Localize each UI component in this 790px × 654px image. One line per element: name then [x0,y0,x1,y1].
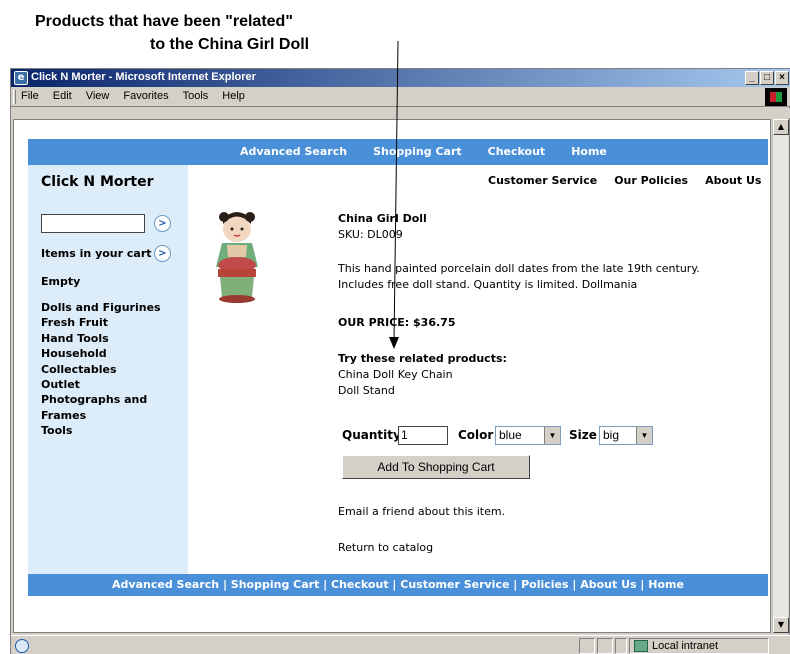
top-nav: Advanced Search Shopping Cart Checkout H… [240,145,607,158]
category-collectables[interactable]: Collectables [41,362,161,377]
category-household[interactable]: Household [41,346,161,361]
web-page: Advanced Search Shopping Cart Checkout H… [14,120,770,632]
maximize-button[interactable]: □ [760,71,774,85]
menu-help[interactable]: Help [222,90,245,102]
nav-advanced-search[interactable]: Advanced Search [240,145,347,158]
category-hand-tools[interactable]: Hand Tools [41,331,161,346]
size-select-value: big [603,428,620,442]
search-go-button[interactable]: > [154,215,171,232]
add-to-cart-button[interactable]: Add To Shopping Cart [342,455,530,479]
window-title: Click N Morter - Microsoft Internet Expl… [31,71,256,83]
category-frames[interactable]: Frames [41,408,161,423]
size-select[interactable]: big ▼ [599,426,653,445]
footer-nav-bar: Advanced Search | Shopping Cart | Checko… [28,574,768,596]
nav-about-us[interactable]: About Us [705,174,761,187]
search-input[interactable] [41,214,145,233]
related-heading: Try these related products: [338,352,507,365]
menu-tools[interactable]: Tools [183,90,209,102]
window-controls: _ □ × [745,71,789,85]
status-bar: Local intranet [11,635,790,654]
email-friend-link[interactable]: Email a friend about this item. [338,505,505,518]
toolbar-area [11,108,790,118]
menu-bar: File Edit View Favorites Tools Help [11,87,790,107]
nav-our-policies[interactable]: Our Policies [614,174,688,187]
color-select-value: blue [499,428,522,442]
page-status-icon [15,639,29,653]
status-cell [579,638,595,654]
minimize-button[interactable]: _ [745,71,759,85]
title-bar: e Click N Morter - Microsoft Internet Ex… [11,69,790,87]
category-dolls[interactable]: Dolls and Figurines [41,300,161,315]
top-nav-bar: Advanced Search Shopping Cart Checkout H… [28,139,768,165]
sidebar: Click N Morter > Items in your cart > Em… [28,165,188,574]
nav-customer-service[interactable]: Customer Service [488,174,597,187]
quantity-label: Quantity [342,428,401,442]
menu-view[interactable]: View [86,90,110,102]
nav-checkout[interactable]: Checkout [488,145,546,158]
zone-label: Local intranet [652,640,719,652]
category-list: Dolls and Figurines Fresh Fruit Hand Too… [41,300,161,439]
category-outlet[interactable]: Outlet [41,377,161,392]
browser-window: e Click N Morter - Microsoft Internet Ex… [10,68,790,654]
secondary-nav: Customer Service Our Policies About Us [488,174,761,187]
product-sku: SKU: DL009 [338,228,403,241]
menu-items: File Edit View Favorites Tools Help [21,90,245,102]
cart-go-button[interactable]: > [154,245,171,262]
related-item-doll-stand[interactable]: Doll Stand [338,384,395,397]
security-zone: Local intranet [629,638,769,654]
ie-icon: e [14,71,28,85]
chevron-down-icon[interactable]: ▼ [636,427,652,444]
menu-edit[interactable]: Edit [53,90,72,102]
product-description-line2: Includes free doll stand. Quantity is li… [338,278,638,291]
category-tools[interactable]: Tools [41,423,161,438]
cart-label[interactable]: Items in your cart [41,247,152,260]
windows-logo-icon [765,88,787,106]
annotation-line-1: Products that have been "related" [35,13,293,30]
size-label: Size [569,428,597,442]
category-photographs[interactable]: Photographs and [41,392,161,407]
intranet-icon [634,640,648,652]
page-viewport: Advanced Search Shopping Cart Checkout H… [13,119,771,633]
toolbar-grip [13,90,16,104]
product-price: OUR PRICE: $36.75 [338,316,456,329]
menu-file[interactable]: File [21,90,39,102]
cart-status: Empty [41,275,81,288]
category-fresh-fruit[interactable]: Fresh Fruit [41,315,161,330]
site-brand: Click N Morter [41,174,154,190]
color-label: Color [458,428,494,442]
close-button[interactable]: × [775,71,789,85]
related-item-key-chain[interactable]: China Doll Key Chain [338,368,453,381]
quantity-input[interactable]: 1 [398,426,448,445]
vertical-scrollbar[interactable]: ▲ ▼ [772,119,789,633]
nav-home[interactable]: Home [571,145,607,158]
product-description-line1: This hand painted porcelain doll dates f… [338,262,700,275]
nav-shopping-cart[interactable]: Shopping Cart [373,145,462,158]
chevron-down-icon[interactable]: ▼ [544,427,560,444]
product-name: China Girl Doll [338,212,427,225]
product-image [216,212,258,303]
footer-nav[interactable]: Advanced Search | Shopping Cart | Checko… [28,578,768,591]
status-cell [615,638,627,654]
return-to-catalog-link[interactable]: Return to catalog [338,541,433,554]
annotation-line-2: to the China Girl Doll [150,36,310,53]
annotation-callout: Products that have been "related" to the… [0,0,790,60]
scroll-down-arrow-icon[interactable]: ▼ [773,617,789,633]
menu-favorites[interactable]: Favorites [123,90,168,102]
status-cell [597,638,613,654]
color-select[interactable]: blue ▼ [495,426,561,445]
scroll-up-arrow-icon[interactable]: ▲ [773,119,789,135]
